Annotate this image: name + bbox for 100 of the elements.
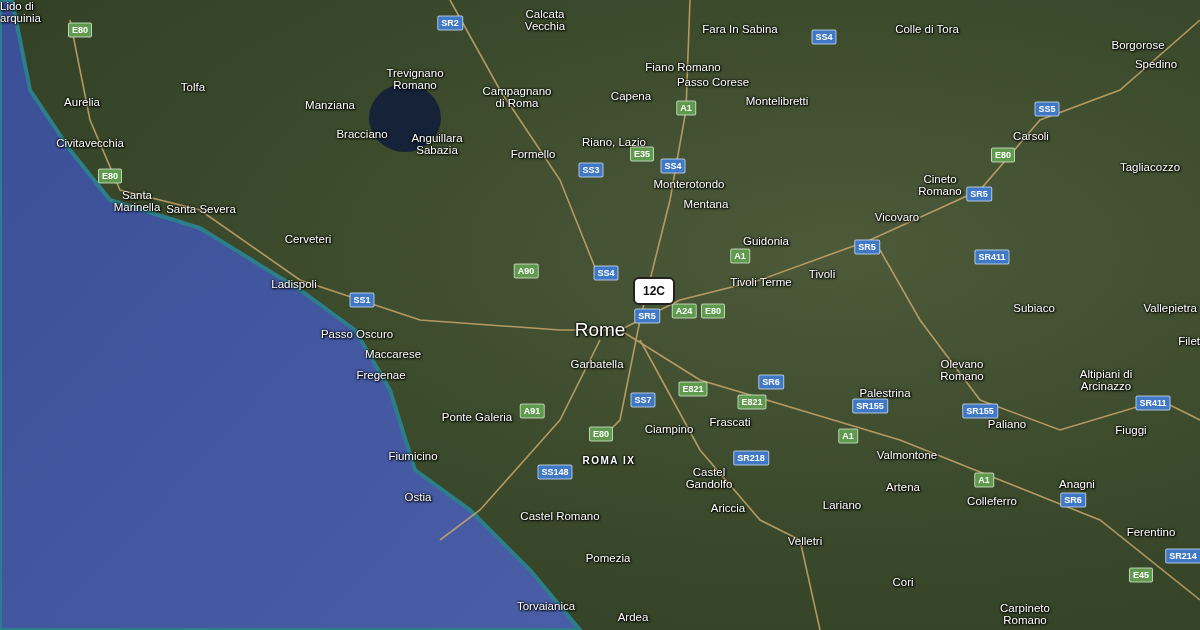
road-shield: SS1 xyxy=(349,292,375,308)
place-label: Castel Gandolfo xyxy=(685,465,733,491)
road-shield: E821 xyxy=(678,381,708,397)
place-label: Santa Severa xyxy=(166,202,236,216)
place-label: Tolfa xyxy=(180,80,206,94)
road-shield: SR6 xyxy=(1060,492,1086,508)
place-label: Mentana xyxy=(683,197,729,211)
road-shield: SS4 xyxy=(811,29,837,45)
place-label: Colle di Tora xyxy=(895,22,959,36)
place-label: Cineto Romano xyxy=(918,172,962,198)
place-label: Carsoli xyxy=(1013,129,1049,143)
road-shield: SS4 xyxy=(593,265,619,281)
road-shield: E80 xyxy=(589,426,613,442)
place-label: Tivoli xyxy=(808,267,836,281)
place-label: Vallepietra xyxy=(1143,301,1197,315)
road-shield: A1 xyxy=(730,248,750,264)
road-shield: A91 xyxy=(519,403,545,419)
road-shield: E80 xyxy=(701,303,725,319)
place-label: Fiuggi xyxy=(1115,423,1147,437)
road-shield: A90 xyxy=(513,263,539,279)
place-label: Castel Romano xyxy=(520,509,600,523)
road-shield: SR218 xyxy=(733,450,769,466)
road-shield: E45 xyxy=(1129,567,1153,583)
place-label: Formello xyxy=(510,147,556,161)
road-shield: SR5 xyxy=(634,308,660,324)
place-label: Ponte Galeria xyxy=(441,410,513,424)
place-label: Bracciano xyxy=(336,127,388,141)
place-label: Passo Corese xyxy=(676,75,750,89)
road-shield: SS3 xyxy=(578,162,604,178)
place-label: Rome xyxy=(574,320,626,340)
place-label: Subiaco xyxy=(1013,301,1055,315)
place-label: Guidonia xyxy=(743,234,789,248)
place-label: Anguillara Sabazia xyxy=(411,131,463,157)
place-label: Montelibretti xyxy=(745,94,809,108)
place-label: Aurelia xyxy=(64,95,100,109)
place-label: Tagliacozzo xyxy=(1119,160,1181,174)
place-label: Valmontone xyxy=(876,448,938,462)
place-label: Riano, Lazio xyxy=(582,135,646,149)
road-shield: E35 xyxy=(630,146,654,162)
place-label: Frascati xyxy=(709,415,751,429)
place-label: Lariano xyxy=(822,498,862,512)
road-shield: SS5 xyxy=(1034,101,1060,117)
place-label: Vicovaro xyxy=(874,210,920,224)
road-shield: E80 xyxy=(991,147,1015,163)
place-label: Anagni xyxy=(1059,477,1095,491)
road-shield: SR155 xyxy=(852,398,888,414)
place-label: Artena xyxy=(886,480,920,494)
place-label: Lido di arquinia xyxy=(0,0,41,25)
place-label: Santa Marinella xyxy=(113,188,161,214)
place-label: Campagnano di Roma xyxy=(482,84,552,110)
place-label: Ariccia xyxy=(710,501,746,515)
place-label: Fara In Sabina xyxy=(702,22,778,36)
place-label: Paliano xyxy=(987,417,1027,431)
road-shield: SR2 xyxy=(437,15,463,31)
place-label: Passo Oscuro xyxy=(320,327,394,341)
place-label: Monterotondo xyxy=(653,177,725,191)
road-shield: SR5 xyxy=(854,239,880,255)
place-label: Carpineto Romano xyxy=(1000,601,1050,627)
place-label: Pomezia xyxy=(585,551,631,565)
place-label: Fregenae xyxy=(356,368,406,382)
road-shield: SS4 xyxy=(660,158,686,174)
place-label: Olevano Romano xyxy=(940,357,984,383)
place-label: Trevignano Romano xyxy=(386,66,444,92)
road-shield: SR411 xyxy=(974,249,1010,265)
place-label: Cori xyxy=(892,575,914,589)
road-shield: A1 xyxy=(676,100,696,116)
road-shield: SS148 xyxy=(537,464,573,480)
place-label: Palestrina xyxy=(859,386,911,400)
place-label: Calcata Vecchia xyxy=(524,7,566,33)
place-label: Spedino xyxy=(1134,57,1178,71)
road-shield: E80 xyxy=(98,168,122,184)
road-shield: E821 xyxy=(737,394,767,410)
place-label: Ferentino xyxy=(1126,525,1176,539)
road-shield: A24 xyxy=(671,303,697,319)
place-label: Filet xyxy=(1178,334,1200,348)
place-label: ROMA IX xyxy=(582,455,636,467)
place-label: Ciampino xyxy=(644,422,694,436)
place-label: Maccarese xyxy=(364,347,422,361)
road-shield: SR5 xyxy=(966,186,992,202)
place-label: Colleferro xyxy=(967,494,1017,508)
road-shield: A1 xyxy=(838,428,858,444)
place-label: Altipiani di Arcinazzo xyxy=(1079,367,1133,393)
place-label: Civitavecchia xyxy=(56,136,124,150)
place-label: Fiumicino xyxy=(388,449,438,463)
road-shield: A1 xyxy=(974,472,994,488)
place-label: Garbatella xyxy=(570,357,624,371)
place-label: Borgorose xyxy=(1111,38,1165,52)
road-shield: SS7 xyxy=(630,392,656,408)
road-shield: SR411 xyxy=(1135,395,1171,411)
place-label: Velletri xyxy=(787,534,823,548)
place-label: Ostia xyxy=(404,490,432,504)
road-shield: SR6 xyxy=(758,374,784,390)
map-marker[interactable]: 12C xyxy=(633,277,675,305)
place-label: Cerveteri xyxy=(284,232,332,246)
place-label: Manziana xyxy=(305,98,355,112)
road-shield: SR214 xyxy=(1165,548,1200,564)
road-shield: SR155 xyxy=(962,403,998,419)
place-label: Ardea xyxy=(617,610,649,624)
place-label: Capena xyxy=(610,89,652,103)
place-label: Ladispoli xyxy=(271,277,317,291)
